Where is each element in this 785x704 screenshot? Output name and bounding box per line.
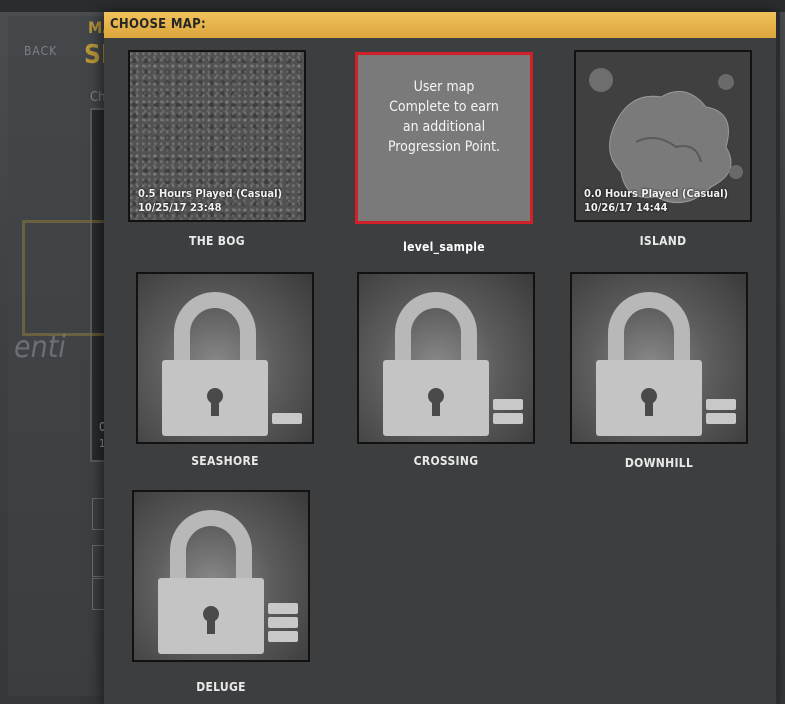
map-tile-deluge[interactable] — [132, 490, 310, 662]
map-name-downhill: DOWNHILL — [624, 456, 694, 470]
map-hours-played: 0.5 Hours Played (Casual) — [138, 187, 282, 200]
map-tile-level-sample[interactable]: User map Complete to earn an additional … — [355, 52, 533, 224]
dialog-edge — [776, 12, 780, 704]
map-tile-downhill[interactable] — [570, 272, 748, 444]
map-name-level-sample: level_sample — [403, 240, 485, 254]
background-top-bar — [0, 0, 785, 12]
map-tile-island[interactable]: 0.0 Hours Played (Casual) 10/26/17 14:44 — [574, 50, 752, 222]
choose-map-dialog: CHOOSE MAP: 0.5 Hours Played (Casual) 10… — [104, 12, 780, 704]
map-name-seashore: SEASHORE — [191, 454, 259, 468]
token-icons — [706, 399, 736, 424]
map-tile-the-bog[interactable]: 0.5 Hours Played (Casual) 10/25/17 23:48 — [128, 50, 306, 222]
user-map-message: User map Complete to earn an additional … — [387, 79, 501, 155]
token-icons — [268, 603, 298, 642]
map-tile-seashore[interactable] — [136, 272, 314, 444]
map-tile-crossing[interactable] — [357, 272, 535, 444]
token-icons — [272, 413, 302, 424]
map-name-deluge: DELUGE — [196, 680, 246, 694]
map-last-played: 10/25/17 23:48 — [138, 201, 222, 214]
map-name-island: ISLAND — [639, 234, 687, 248]
map-hours-played: 0.0 Hours Played (Casual) — [584, 187, 728, 200]
token-icons — [493, 399, 523, 424]
back-button[interactable]: BACK — [10, 40, 84, 62]
map-last-played: 10/26/17 14:44 — [584, 201, 668, 214]
background-frame — [22, 220, 108, 336]
map-name-the-bog: THE BOG — [189, 234, 245, 248]
dialog-header: CHOOSE MAP: — [104, 12, 780, 38]
dialog-title: CHOOSE MAP: — [110, 17, 206, 32]
background-script-text: enti — [14, 330, 66, 365]
map-name-crossing: CROSSING — [413, 454, 479, 468]
